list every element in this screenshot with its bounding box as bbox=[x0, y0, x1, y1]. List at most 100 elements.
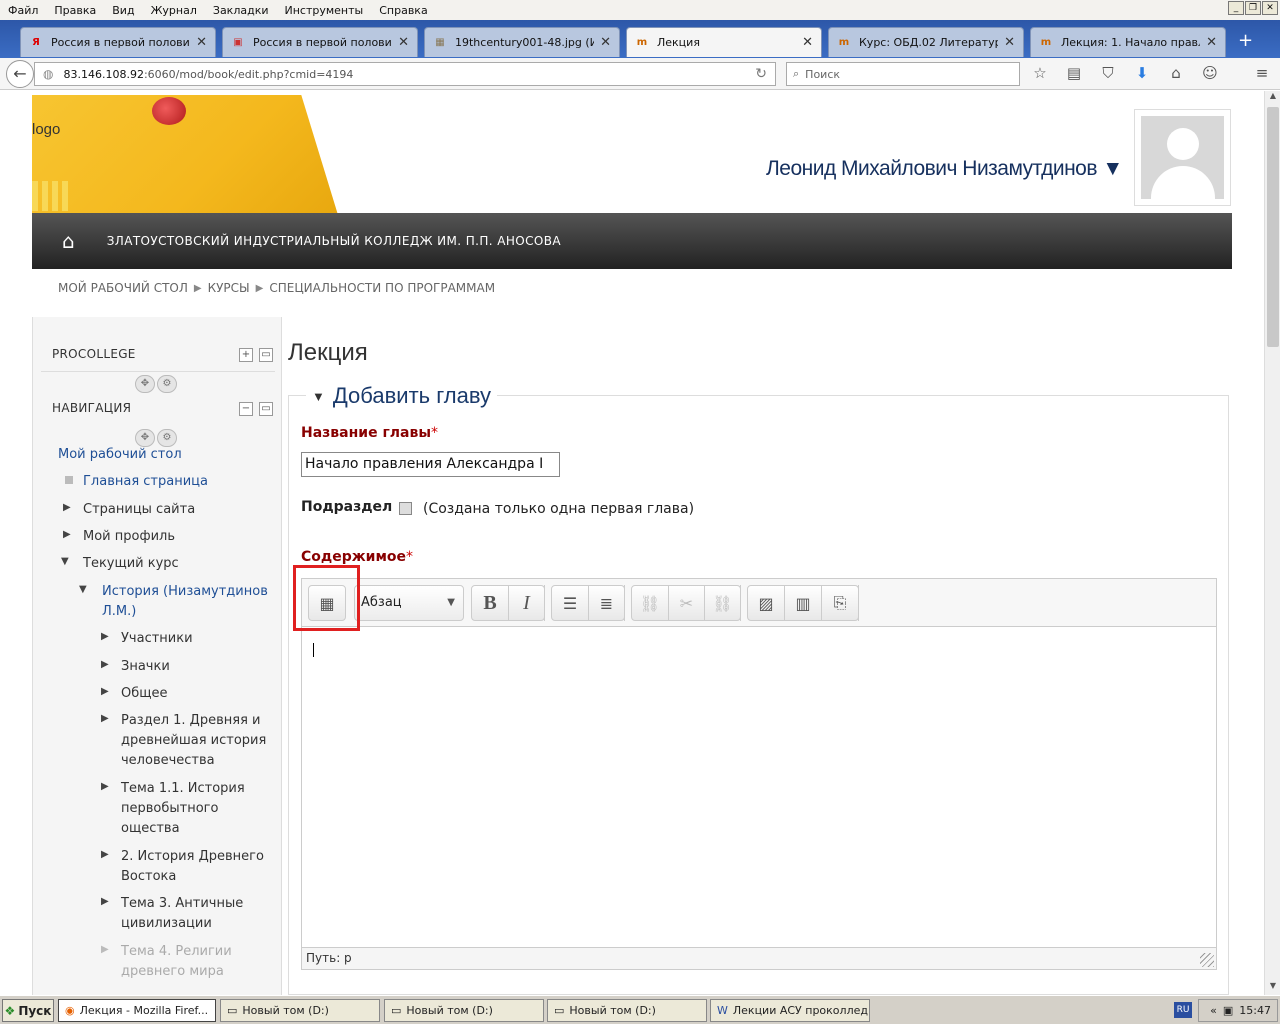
file-manager-button[interactable]: ⎘ bbox=[822, 585, 859, 621]
content-editable-area[interactable] bbox=[302, 627, 1216, 947]
nav-topic-3[interactable]: Тема 3. Античные bbox=[121, 894, 243, 914]
scroll-down-icon[interactable]: ▼ bbox=[1265, 981, 1280, 995]
language-indicator[interactable]: RU bbox=[1174, 1002, 1192, 1018]
close-tab-icon[interactable]: ✕ bbox=[196, 35, 207, 50]
nav-section-1[interactable]: Раздел 1. Древняя и bbox=[121, 711, 260, 731]
expand-arrow-icon[interactable]: ▶ bbox=[101, 631, 109, 642]
close-tab-icon[interactable]: ✕ bbox=[802, 35, 813, 50]
menu-view[interactable]: Вид bbox=[112, 4, 134, 17]
dock-icon[interactable]: ▭ bbox=[259, 402, 273, 416]
nav-section-1-cont[interactable]: древнейшая история bbox=[121, 731, 266, 751]
auto-link-button[interactable]: ⛓ bbox=[705, 585, 741, 621]
task-word[interactable]: W Лекции АСУ проколлед... bbox=[710, 999, 870, 1022]
expand-arrow-icon[interactable]: ▶ bbox=[101, 781, 109, 792]
unlink-button[interactable]: ✂ bbox=[669, 585, 705, 621]
nav-topic-4-cont[interactable]: древнего мира bbox=[121, 962, 224, 982]
expand-arrow-icon[interactable]: ▶ bbox=[101, 713, 109, 724]
menu-help[interactable]: Справка bbox=[379, 4, 427, 17]
site-logo[interactable]: logo bbox=[32, 121, 60, 138]
collapse-caret-icon[interactable]: ▼ bbox=[312, 389, 325, 404]
tab-4-active[interactable]: m Лекция ✕ bbox=[626, 27, 822, 57]
close-window-icon[interactable]: ✕ bbox=[1262, 1, 1278, 15]
nav-dashboard[interactable]: Мой рабочий стол bbox=[58, 445, 182, 465]
user-menu[interactable]: Леонид Михайлович Низамутдинов ▼ bbox=[766, 157, 1123, 181]
task-explorer-2[interactable]: ▭ Новый том (D:) bbox=[384, 999, 544, 1022]
nav-home[interactable]: Главная страница bbox=[83, 472, 208, 492]
close-tab-icon[interactable]: ✕ bbox=[398, 35, 409, 50]
back-icon[interactable]: ← bbox=[6, 60, 34, 88]
expand-arrow-icon[interactable]: ▶ bbox=[101, 944, 109, 955]
tab-1[interactable]: Я Россия в первой половине... ✕ bbox=[20, 27, 216, 57]
nav-course-history[interactable]: История (Низамутдинов bbox=[102, 582, 268, 602]
nav-general[interactable]: Общее bbox=[121, 684, 168, 704]
expand-arrow-icon[interactable]: ▶ bbox=[63, 529, 71, 540]
gear-icon[interactable]: ⚙ bbox=[157, 375, 177, 393]
resize-grip-icon[interactable] bbox=[1200, 953, 1214, 967]
reload-icon[interactable]: ↻ bbox=[755, 66, 767, 82]
nav-section-1-cont[interactable]: человечества bbox=[121, 751, 215, 771]
nav-topic-1-1-cont[interactable]: ощества bbox=[121, 819, 180, 839]
italic-button[interactable]: I bbox=[509, 585, 545, 621]
collapse-arrow-icon[interactable]: ▼ bbox=[61, 556, 69, 567]
bold-button[interactable]: B bbox=[472, 585, 509, 621]
ordered-list-button[interactable]: ≣ bbox=[589, 585, 625, 621]
menu-bookmarks[interactable]: Закладки bbox=[213, 4, 269, 17]
avatar[interactable] bbox=[1134, 109, 1231, 206]
expand-arrow-icon[interactable]: ▶ bbox=[101, 686, 109, 697]
new-tab-icon[interactable]: + bbox=[1238, 30, 1253, 51]
breadcrumb-specialties[interactable]: СПЕЦИАЛЬНОСТИ ПО ПРОГРАММАМ bbox=[269, 281, 495, 296]
restore-icon[interactable]: ❐ bbox=[1245, 1, 1261, 15]
download-icon[interactable]: ⬇ bbox=[1132, 64, 1152, 82]
task-explorer-1[interactable]: ▭ Новый том (D:) bbox=[220, 999, 380, 1022]
collapse-arrow-icon[interactable]: ▼ bbox=[79, 584, 87, 595]
nav-course-history-cont[interactable]: Л.М.) bbox=[102, 602, 136, 622]
close-tab-icon[interactable]: ✕ bbox=[1004, 35, 1015, 50]
expand-arrow-icon[interactable]: ▶ bbox=[101, 849, 109, 860]
search-input[interactable]: ⌕ Поиск bbox=[786, 62, 1020, 86]
chapter-title-input[interactable]: Начало правления Александра I bbox=[301, 452, 560, 477]
nav-site-pages[interactable]: Страницы сайта bbox=[83, 500, 195, 520]
menu-edit[interactable]: Правка bbox=[54, 4, 96, 17]
hamburger-menu-icon[interactable]: ≡ bbox=[1252, 64, 1272, 82]
nav-participants[interactable]: Участники bbox=[121, 629, 193, 649]
tab-2[interactable]: ▣ Россия в первой половине... ✕ bbox=[222, 27, 418, 57]
unordered-list-button[interactable]: ☰ bbox=[552, 585, 589, 621]
nav-topic-2[interactable]: 2. История Древнего bbox=[121, 847, 264, 867]
scroll-thumb[interactable] bbox=[1267, 107, 1279, 347]
reading-list-icon[interactable]: ▤ bbox=[1064, 64, 1084, 82]
tray-expand-icon[interactable]: « bbox=[1210, 1004, 1217, 1017]
task-firefox[interactable]: ◉ Лекция - Mozilla Firef... bbox=[58, 999, 216, 1022]
clock[interactable]: 15:47 bbox=[1239, 1004, 1271, 1017]
close-tab-icon[interactable]: ✕ bbox=[600, 35, 611, 50]
collapse-icon[interactable]: − bbox=[239, 402, 253, 416]
home-icon[interactable]: ⌂ bbox=[62, 229, 75, 253]
nav-current-course[interactable]: Текущий курс bbox=[83, 554, 179, 574]
expand-arrow-icon[interactable]: ▶ bbox=[101, 659, 109, 670]
subchapter-checkbox[interactable] bbox=[399, 502, 412, 515]
nav-topic-4[interactable]: Тема 4. Религии bbox=[121, 942, 232, 962]
expand-icon[interactable]: + bbox=[239, 348, 253, 362]
image-button[interactable]: ▨ bbox=[748, 585, 785, 621]
close-tab-icon[interactable]: ✕ bbox=[1206, 35, 1217, 50]
tab-5[interactable]: m Курс: ОБД.02 Литература ✕ bbox=[828, 27, 1024, 57]
paragraph-style-select[interactable]: Абзац ▼ bbox=[354, 585, 464, 621]
menu-file[interactable]: Файл bbox=[8, 4, 38, 17]
media-button[interactable]: ▥ bbox=[785, 585, 822, 621]
nav-topic-1-1[interactable]: Тема 1.1. История bbox=[121, 779, 245, 799]
tab-3[interactable]: ▦ 19thcentury001-48.jpg (Из... ✕ bbox=[424, 27, 620, 57]
network-icon[interactable]: ▣ bbox=[1223, 1004, 1233, 1017]
section-header[interactable]: ▼ Добавить главу bbox=[306, 383, 498, 409]
task-explorer-3[interactable]: ▭ Новый том (D:) bbox=[547, 999, 707, 1022]
home-icon[interactable]: ⌂ bbox=[1166, 64, 1186, 82]
url-bar[interactable]: ◍ 83.146.108.92 :6060/mod/book/edit.php?… bbox=[34, 62, 776, 86]
dock-icon[interactable]: ▭ bbox=[259, 348, 273, 362]
pocket-icon[interactable]: ⛉ bbox=[1098, 64, 1118, 82]
site-name[interactable]: ЗЛАТОУСТОВСКИЙ ИНДУСТРИАЛЬНЫЙ КОЛЛЕДЖ ИМ… bbox=[107, 234, 561, 248]
nav-my-profile[interactable]: Мой профиль bbox=[83, 527, 175, 547]
nav-topic-3-cont[interactable]: цивилизации bbox=[121, 914, 212, 934]
menu-history[interactable]: Журнал bbox=[151, 4, 197, 17]
move-icon[interactable]: ✥ bbox=[135, 375, 155, 393]
breadcrumb-courses[interactable]: КУРСЫ bbox=[208, 281, 250, 296]
nav-topic-1-1-cont[interactable]: первобытного bbox=[121, 799, 218, 819]
expand-arrow-icon[interactable]: ▶ bbox=[63, 502, 71, 513]
